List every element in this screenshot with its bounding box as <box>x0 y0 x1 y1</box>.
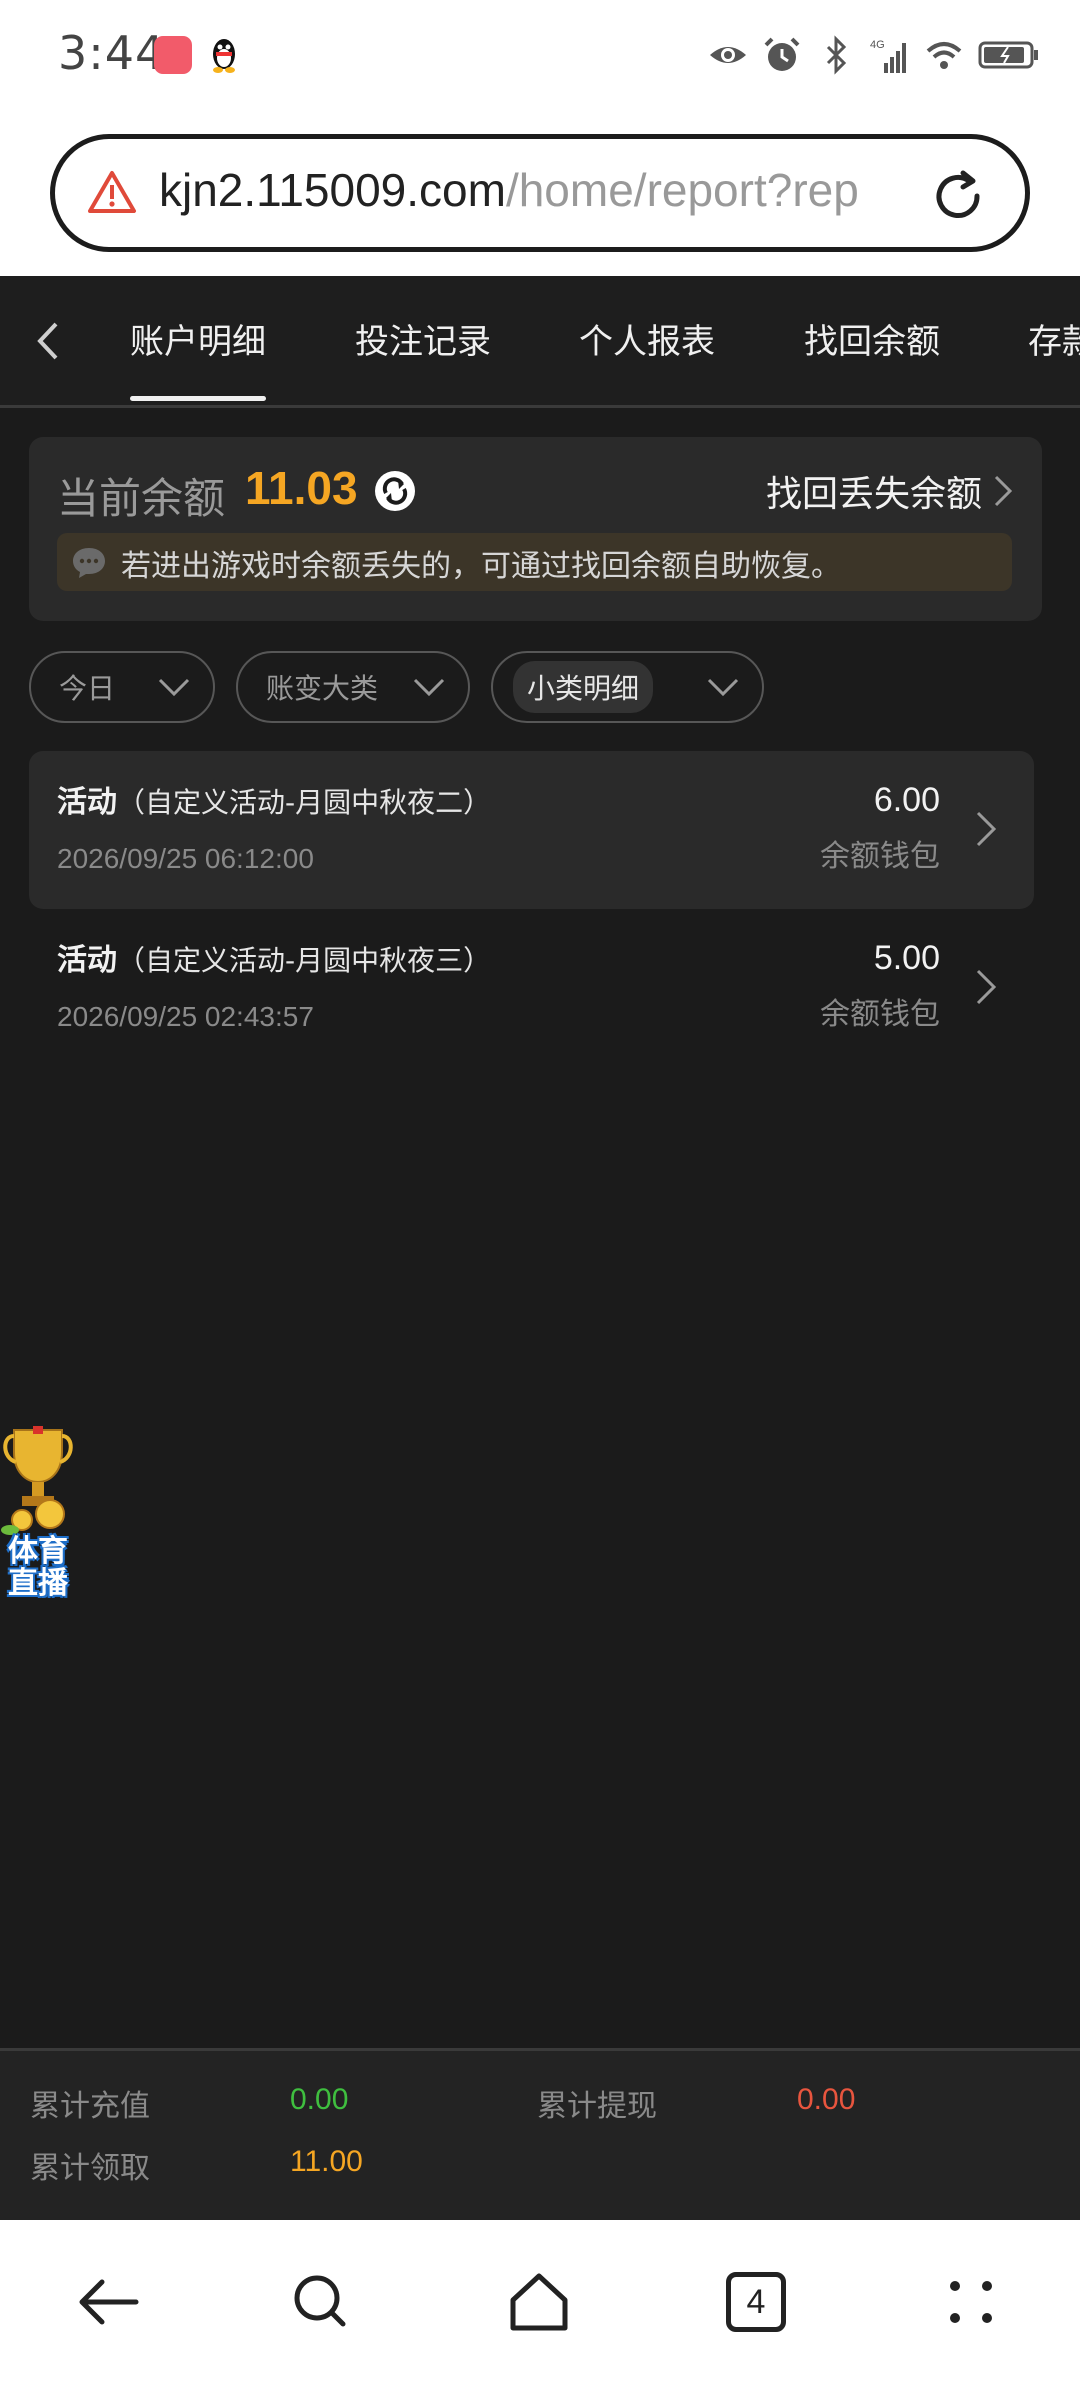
eye-icon <box>710 47 746 63</box>
bluetooth-icon <box>826 35 847 75</box>
chevron-right-icon[interactable] <box>974 809 998 849</box>
home-icon[interactable] <box>503 2266 575 2338</box>
summary-footer: 累计充值 0.00 累计提现 0.00 累计领取 11.00 <box>0 2048 1080 2220</box>
url-host: kjn2.115009.com <box>159 164 506 216</box>
refresh-icon[interactable] <box>373 469 417 513</box>
sports-live-line2: 直播 <box>8 1566 68 1601</box>
tab-account-details[interactable]: 账户明细 <box>130 314 266 401</box>
record-title: 活动（自定义活动-月圆中秋夜三） <box>57 935 491 979</box>
status-bar: 3:44 4G <box>0 0 1080 110</box>
search-icon[interactable] <box>285 2266 357 2338</box>
deposit-total-value: 0.00 <box>290 2083 349 2116</box>
back-arrow-icon[interactable] <box>72 2266 144 2338</box>
balance-card: 当前余额 11.03 找回丢失余额 若进出游戏时余额丢失的，可通过找回余额自助恢… <box>29 437 1042 621</box>
record-type: 活动 <box>57 785 117 820</box>
status-time: 3:44 <box>58 26 166 80</box>
record-row[interactable]: 活动（自定义活动-月圆中秋夜三） 2026/09/25 02:43:57 5.0… <box>29 909 1034 1067</box>
alarm-icon <box>764 37 800 71</box>
report-tabs: 账户明细 投注记录 个人报表 找回余额 存款 <box>0 276 1080 408</box>
claim-total-value: 11.00 <box>290 2145 363 2178</box>
record-time: 2026/09/25 06:12:00 <box>57 843 314 874</box>
chevron-down-icon <box>413 678 445 697</box>
shopping-bag-app-icon <box>154 36 192 74</box>
browser-toolbar: kjn2.115009.com/home/report?rep <box>0 110 1080 276</box>
filter-sub-category[interactable]: 小类明细 <box>491 651 764 723</box>
tab-deposit[interactable]: 存款 <box>1028 314 1080 363</box>
record-wallet: 余额钱包 <box>820 839 940 874</box>
withdraw-total-value: 0.00 <box>797 2083 856 2116</box>
filter-date[interactable]: 今日 <box>29 651 215 723</box>
menu-dots-icon[interactable] <box>935 2266 1007 2338</box>
tabs-count-button[interactable]: 4 <box>726 2272 786 2332</box>
tab-recover-balance[interactable]: 找回余额 <box>804 314 940 363</box>
tab-bet-records[interactable]: 投注记录 <box>355 314 491 363</box>
filter-date-label: 今日 <box>59 672 116 705</box>
balance-label: 当前余额 <box>57 474 226 523</box>
notice-text: 若进出游戏时余额丢失的，可通过找回余额自助恢复。 <box>121 549 841 584</box>
chevron-right-icon[interactable] <box>974 967 998 1007</box>
record-amount: 5.00 <box>873 939 940 977</box>
battery-icon <box>978 41 1038 69</box>
url-text[interactable]: kjn2.115009.com/home/report?rep <box>159 163 939 217</box>
qq-penguin-icon <box>213 39 235 73</box>
withdraw-total-label: 累计提现 <box>537 2089 657 2124</box>
notice-banner: 若进出游戏时余额丢失的，可通过找回余额自助恢复。 <box>57 533 1012 591</box>
recover-lost-balance-link[interactable]: 找回丢失余额 <box>766 465 982 517</box>
record-row[interactable]: 活动（自定义活动-月圆中秋夜二） 2026/09/25 06:12:00 6.0… <box>29 751 1034 909</box>
browser-bottom-nav: 4 <box>0 2220 1080 2388</box>
chevron-down-icon <box>707 678 739 697</box>
reload-icon[interactable] <box>929 167 987 225</box>
wifi-icon <box>926 42 962 69</box>
record-type: 活动 <box>57 943 117 978</box>
balance-value: 11.03 <box>245 462 358 514</box>
sports-live-label: 体育 直播 <box>2 1536 74 1600</box>
filter-main-category[interactable]: 账变大类 <box>236 651 470 723</box>
sports-live-float-button[interactable]: 体育 直播 <box>0 1422 76 1604</box>
chevron-down-icon <box>158 678 190 697</box>
svg-text:4G: 4G <box>870 39 885 51</box>
deposit-total-label: 累计充值 <box>30 2089 150 2124</box>
sports-live-line1: 体育 <box>8 1534 68 1569</box>
record-detail: （自定义活动-月圆中秋夜二） <box>117 786 492 819</box>
tab-personal-report[interactable]: 个人报表 <box>579 314 715 363</box>
trophy-icon <box>1 1426 73 1535</box>
record-amount: 6.00 <box>873 781 940 819</box>
claim-total-label: 累计领取 <box>30 2151 150 2186</box>
filter-main-category-label: 账变大类 <box>266 672 379 705</box>
filter-sub-category-label: 小类明细 <box>513 661 654 713</box>
chevron-right-icon[interactable] <box>992 473 1014 509</box>
record-time: 2026/09/25 02:43:57 <box>57 1001 314 1032</box>
url-path: /home/report?rep <box>505 164 859 216</box>
chat-bubble-icon <box>73 548 105 578</box>
record-detail: （自定义活动-月圆中秋夜三） <box>117 944 492 977</box>
address-bar[interactable]: kjn2.115009.com/home/report?rep <box>50 134 1030 252</box>
4g-signal-icon: 4G <box>870 39 906 73</box>
warning-triangle-icon[interactable] <box>87 169 137 215</box>
chevron-left-icon[interactable] <box>30 316 66 366</box>
record-title: 活动（自定义活动-月圆中秋夜二） <box>57 777 491 821</box>
record-wallet: 余额钱包 <box>820 997 940 1032</box>
